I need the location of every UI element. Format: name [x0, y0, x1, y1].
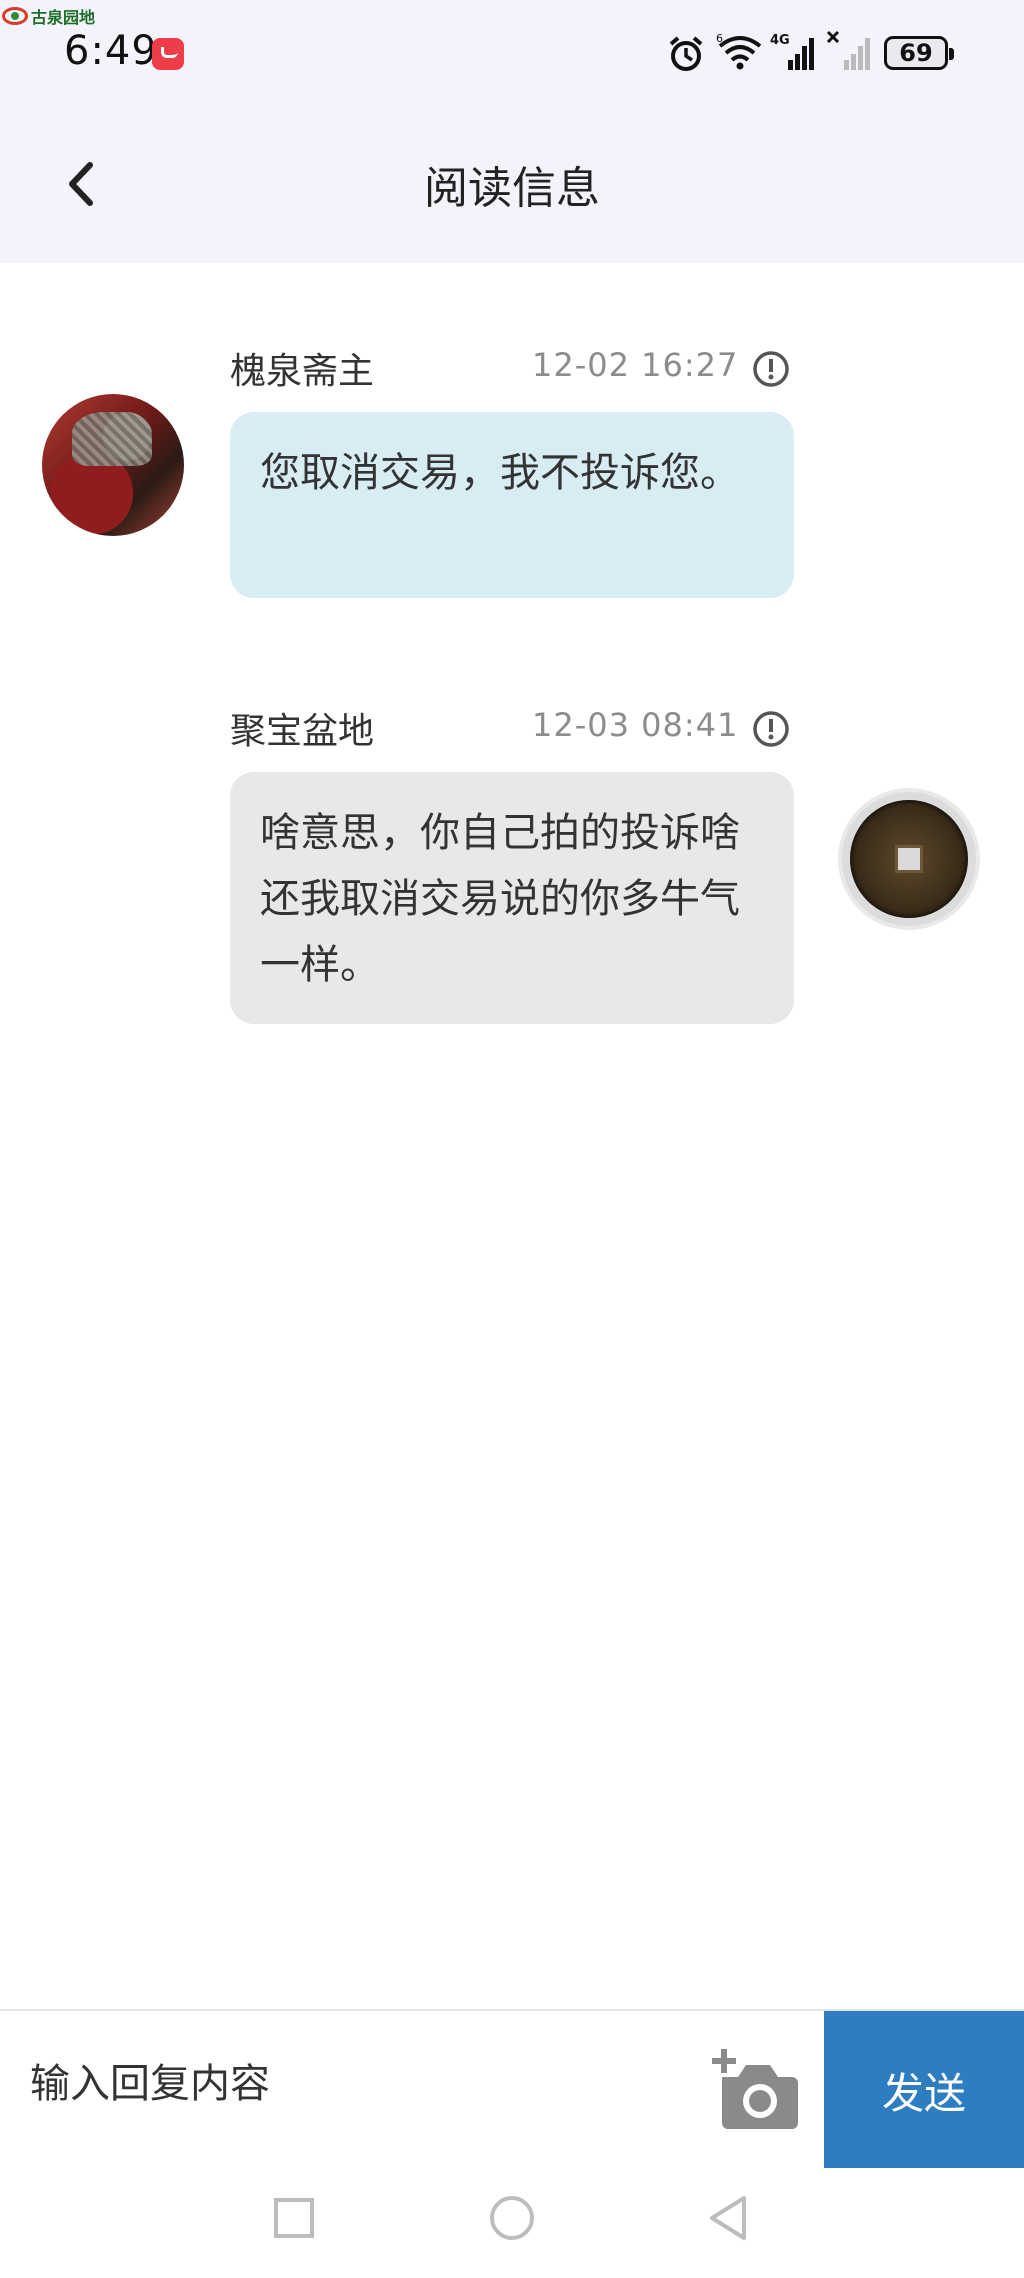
home-icon[interactable] [484, 2190, 540, 2246]
watermark-logo: 古泉园地 [2, 4, 95, 28]
no-signal-icon [826, 30, 870, 70]
back-nav-icon[interactable] [700, 2190, 756, 2246]
message-bubble-sent: 啥意思，你自己拍的投诉啥还我取消交易说的你多牛气一样。 [230, 772, 794, 1024]
svg-text:4G: 4G [770, 33, 790, 48]
reply-bar: 发送 [0, 2009, 1024, 2170]
message-bubble-received: 您取消交易，我不投诉您。 [230, 412, 794, 598]
svg-text:6: 6 [716, 32, 723, 45]
alarm-icon [669, 36, 703, 71]
send-button[interactable]: 发送 [824, 2011, 1024, 2170]
coin-hole [895, 845, 923, 873]
message-timestamp: 12-02 16:27 [532, 346, 739, 384]
watermark-text: 古泉园地 [31, 8, 96, 27]
wifi-icon: 6 [716, 32, 762, 70]
system-nav-bar [0, 2168, 1024, 2278]
user-avatar[interactable] [838, 788, 980, 930]
reply-input[interactable] [30, 2061, 690, 2107]
header-area: 古泉园地 6:49 6 4G 69 阅读信息 [0, 0, 1024, 263]
watermark-icon [2, 7, 28, 25]
app-notification-icon [152, 38, 184, 70]
battery-indicator: 69 [884, 36, 954, 70]
cellular-signal-icon: 4G [770, 33, 814, 70]
camera-button[interactable] [708, 2047, 800, 2131]
status-time: 6:49 [64, 28, 158, 74]
exclamation-circle-icon[interactable] [751, 349, 791, 389]
camera-add-icon [712, 2049, 798, 2129]
message-sender-name: 聚宝盆地 [230, 711, 375, 752]
recent-apps-icon[interactable] [266, 2190, 322, 2246]
sender-avatar[interactable] [42, 394, 184, 536]
exclamation-circle-icon[interactable] [751, 709, 791, 749]
message-timestamp: 12-03 08:41 [532, 706, 739, 744]
coin-image [850, 800, 968, 918]
page-title: 阅读信息 [424, 163, 600, 214]
message-sender-name: 槐泉斋主 [230, 351, 375, 392]
